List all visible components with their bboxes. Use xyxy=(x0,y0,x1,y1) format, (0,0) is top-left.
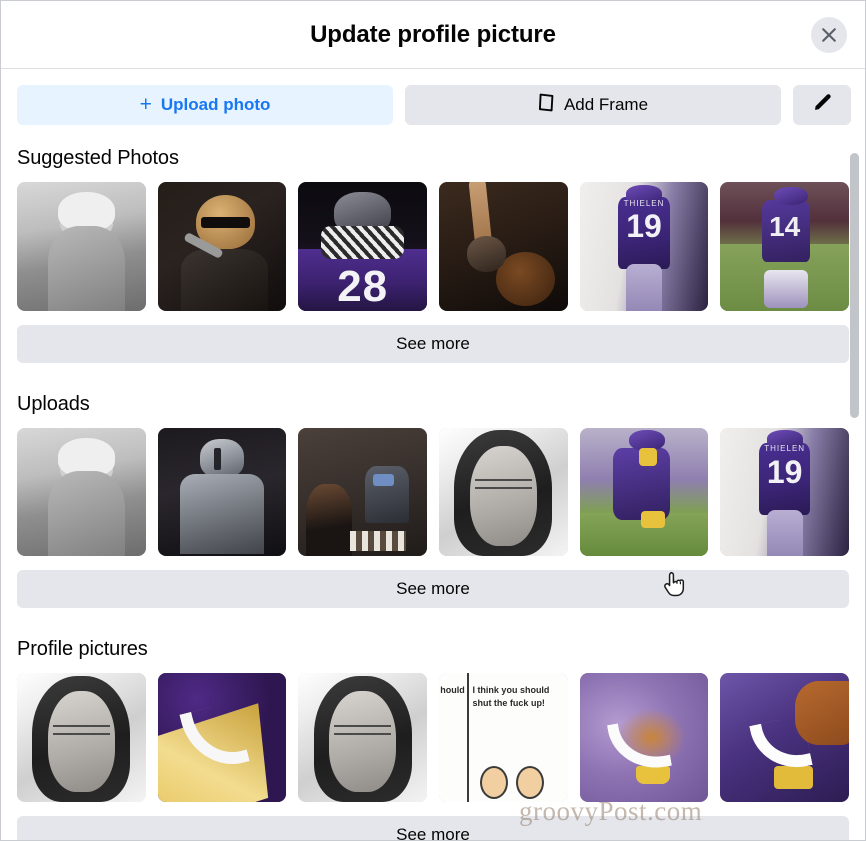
photo-grid-uploads: THIELEN 19 xyxy=(17,427,849,557)
photo-tile-profile-3[interactable] xyxy=(298,673,427,803)
photo-sections-scroll-area[interactable]: Suggested Photos 28 THIELEN 19 14 See mo… xyxy=(1,139,865,840)
comic-panel-divider xyxy=(467,673,470,803)
section-title: Profile pictures xyxy=(17,638,148,661)
face-mask-detail xyxy=(372,473,394,486)
action-button-row: + Upload photo Add Frame xyxy=(1,69,865,139)
close-button[interactable] xyxy=(811,16,847,53)
plus-icon: + xyxy=(139,92,152,116)
comic-character-right xyxy=(516,766,545,800)
jersey-name: THIELEN xyxy=(623,198,665,208)
photo-tile-suggested-3[interactable]: 28 xyxy=(298,182,427,311)
eyeglasses-detail xyxy=(475,479,532,490)
comic-character-left xyxy=(480,766,509,800)
helmet-detail xyxy=(774,187,808,206)
photo-tile-profile-6[interactable] xyxy=(720,673,849,803)
photo-chess-masked-man xyxy=(298,427,427,557)
jersey-number: 14 xyxy=(769,210,801,242)
photo-player-kneeling xyxy=(579,427,709,557)
photo-bw-hoodie-selfie xyxy=(439,427,568,557)
photo-tile-suggested-5[interactable]: THIELEN 19 xyxy=(579,182,709,311)
chessboard-detail xyxy=(349,530,407,552)
photo-tile-suggested-4[interactable] xyxy=(439,182,568,311)
add-frame-label: Add Frame xyxy=(563,95,649,114)
photo-bw-beanie-pointing xyxy=(17,427,146,557)
section-profile-pictures: Profile pictures hould I think you shoul… xyxy=(17,638,849,840)
photo-player-19-thielen: THIELEN 19 xyxy=(579,182,709,311)
photo-tile-uploads-5[interactable] xyxy=(579,427,709,557)
update-profile-picture-dialog: Update profile picture + Upload photo Ad… xyxy=(0,0,866,841)
jersey-number: 19 xyxy=(626,208,662,245)
section-uploads: Uploads THIELEN 19 See more xyxy=(17,393,849,609)
photo-tile-profile-4[interactable]: hould I think you should shut the fuck u… xyxy=(439,673,568,803)
pencil-icon xyxy=(812,93,832,118)
photo-tile-suggested-2[interactable] xyxy=(157,182,287,311)
photo-player-19-thielen: THIELEN 19 xyxy=(720,427,849,557)
photo-tile-uploads-4[interactable] xyxy=(439,427,568,557)
photo-player-28-gloves: 28 xyxy=(298,182,427,311)
microphone-detail xyxy=(183,232,225,260)
visor-detail xyxy=(214,448,221,471)
jersey-name: THIELEN xyxy=(764,444,806,454)
photo-tile-uploads-6[interactable]: THIELEN 19 xyxy=(720,427,849,557)
legs-detail xyxy=(764,269,808,309)
upload-photo-label: Upload photo xyxy=(160,95,271,114)
photo-bw-beanie-pointing xyxy=(17,182,146,311)
comic-bubble-text: I think you should shut the fuck up! xyxy=(472,684,550,709)
photo-drummer-arm-raised xyxy=(439,182,568,311)
photo-tile-uploads-1[interactable] xyxy=(17,427,146,557)
photo-comic-strip: hould I think you should shut the fuck u… xyxy=(439,673,568,803)
see-more-uploads-button[interactable]: See more xyxy=(17,570,849,609)
frame-icon xyxy=(538,93,555,117)
photo-vikings-logo xyxy=(157,673,287,803)
section-suggested-photos: Suggested Photos 28 THIELEN 19 14 See mo… xyxy=(17,147,849,363)
gloves-detail xyxy=(321,225,404,260)
edit-thumbnail-button[interactable] xyxy=(793,85,851,125)
eyeglasses-detail xyxy=(334,724,391,736)
photo-singer-sunglasses xyxy=(157,182,287,311)
photo-bw-hoodie-selfie xyxy=(298,673,427,803)
photo-tile-profile-5[interactable] xyxy=(579,673,709,803)
photo-vikings-smoke xyxy=(579,673,709,803)
photo-tile-profile-1[interactable] xyxy=(17,673,146,803)
upload-photo-button[interactable]: + Upload photo xyxy=(17,85,393,125)
jersey-number: 28 xyxy=(337,262,389,311)
photo-tile-suggested-6[interactable]: 14 xyxy=(720,182,849,311)
drummer-head-detail xyxy=(467,236,506,273)
photo-grid-suggested: 28 THIELEN 19 14 xyxy=(17,182,849,311)
photo-grid-profile-pictures: hould I think you should shut the fuck u… xyxy=(17,673,849,803)
viking-horn-detail xyxy=(179,700,250,775)
eyeglasses-detail xyxy=(53,724,110,736)
photo-tile-uploads-2[interactable] xyxy=(157,427,287,557)
photo-tile-suggested-1[interactable] xyxy=(17,182,146,311)
see-more-suggested-button[interactable]: See more xyxy=(17,324,849,363)
vertical-scrollbar-thumb[interactable] xyxy=(850,153,859,418)
comic-fragment-text: hould xyxy=(440,684,465,695)
photo-tile-uploads-3[interactable] xyxy=(298,427,427,557)
glove-detail-lower xyxy=(641,511,665,529)
see-more-profile-pictures-button[interactable]: See more xyxy=(17,816,849,840)
close-icon xyxy=(820,26,838,44)
page-title: Update profile picture xyxy=(310,20,556,48)
dialog-header: Update profile picture xyxy=(1,1,865,69)
photo-tile-profile-2[interactable] xyxy=(157,673,287,803)
gold-accent-detail xyxy=(774,766,813,790)
gold-accent-detail xyxy=(636,766,670,785)
photo-bw-hoodie-selfie xyxy=(17,673,146,803)
section-title: Suggested Photos xyxy=(17,147,179,169)
photo-vikings-helmet xyxy=(720,673,849,803)
section-title: Uploads xyxy=(17,392,90,415)
vertical-scrollbar-track[interactable] xyxy=(849,139,861,840)
photo-player-14-running: 14 xyxy=(720,182,849,311)
sunglasses-detail xyxy=(201,216,251,229)
add-frame-button[interactable]: Add Frame xyxy=(405,85,781,125)
glove-detail-upper xyxy=(638,448,657,467)
photo-mandalorian-armor xyxy=(157,427,287,557)
jersey-number: 19 xyxy=(766,453,803,490)
